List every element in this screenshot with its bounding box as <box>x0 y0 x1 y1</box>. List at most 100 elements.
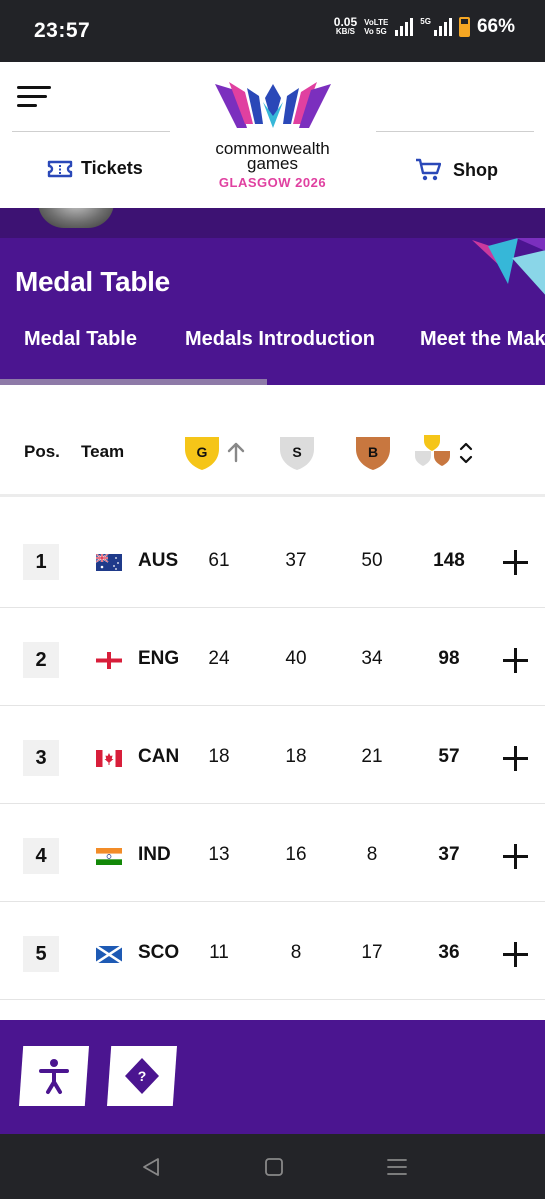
flag-england-icon <box>96 652 122 669</box>
medal-table-header: Pos. Team G S B <box>0 385 545 497</box>
hero-image-strip <box>0 208 545 238</box>
table-row[interactable]: 3 CAN 18 18 21 57 <box>0 706 545 804</box>
arrow-up-icon[interactable] <box>226 441 246 463</box>
row-bronze: 8 <box>366 844 378 865</box>
site-header: commonwealth games GLASGOW 2026 Tickets … <box>0 62 545 208</box>
network-speed: 0.05 KB/S <box>334 16 357 37</box>
home-icon[interactable] <box>263 1156 285 1178</box>
accessibility-icon <box>39 1059 69 1094</box>
bronze-label: B <box>368 444 378 460</box>
flag-australia-icon <box>96 554 122 571</box>
silver-medal-icon: S <box>280 437 314 470</box>
signal-icon-2 <box>433 18 452 36</box>
plus-icon[interactable] <box>503 746 528 771</box>
page-hero: Medal Table Medal Table Medals Introduct… <box>0 238 545 385</box>
tickets-label: Tickets <box>81 158 143 178</box>
row-team-code: AUS <box>138 550 179 571</box>
row-gold: 18 <box>208 746 230 767</box>
row-total: 98 <box>438 648 460 669</box>
header-gold[interactable]: G <box>183 433 221 476</box>
row-position: 4 <box>23 838 59 874</box>
row-bronze: 21 <box>361 746 383 767</box>
footer-bar: ? <box>0 1020 545 1134</box>
ticket-icon <box>47 160 73 177</box>
table-row[interactable]: 5 SCO 11 8 17 36 <box>0 902 545 1000</box>
row-position: 5 <box>23 936 59 972</box>
flag-canada-icon <box>96 750 122 767</box>
tab-meet-the-makers[interactable]: Meet the Mak <box>420 328 545 351</box>
header-divider-right <box>376 131 534 132</box>
flag-india-icon <box>96 848 122 865</box>
watch-image <box>38 208 114 228</box>
row-position: 3 <box>23 740 59 776</box>
row-bronze: 17 <box>361 942 383 963</box>
total-medals-icon <box>415 435 450 466</box>
network-type: 5G <box>420 16 431 26</box>
row-team-code: SCO <box>138 942 180 963</box>
row-total: 148 <box>433 550 465 571</box>
plus-icon[interactable] <box>503 648 528 673</box>
tab-medals-introduction[interactable]: Medals Introduction <box>185 328 375 351</box>
row-bronze: 34 <box>361 648 383 669</box>
decorative-graphic-icon <box>472 238 545 295</box>
row-gold: 11 <box>209 942 229 963</box>
plus-icon[interactable] <box>503 550 528 575</box>
status-time: 23:57 <box>34 19 91 42</box>
plus-icon[interactable] <box>503 942 528 967</box>
row-total: 36 <box>438 942 460 963</box>
header-total[interactable] <box>414 433 454 474</box>
row-position: 1 <box>23 544 59 580</box>
logo-text-glasgow: GLASGOW 2026 <box>218 175 327 190</box>
header-silver[interactable]: S <box>278 433 316 476</box>
row-team-code: IND <box>138 844 171 865</box>
row-position: 2 <box>23 642 59 678</box>
shop-link[interactable]: Shop <box>415 158 498 182</box>
silver-label: S <box>292 444 301 460</box>
volte-indicator: VoLTE Vo 5G <box>364 18 388 36</box>
flag-scotland-icon <box>96 946 122 963</box>
logo-text-games: games <box>246 154 299 173</box>
tab-medal-table[interactable]: Medal Table <box>24 328 137 351</box>
plus-icon[interactable] <box>503 844 528 869</box>
volte-line2: Vo 5G <box>364 27 387 36</box>
volte-line1: VoLTE <box>364 18 389 27</box>
battery-percent: 66% <box>476 16 515 37</box>
help-icon: ? <box>125 1058 159 1094</box>
row-gold: 24 <box>208 648 230 669</box>
tickets-link[interactable]: Tickets <box>47 158 143 179</box>
row-team-code: CAN <box>138 746 180 767</box>
system-nav-bar <box>0 1134 545 1199</box>
status-icons: 0.05 KB/S VoLTE Vo 5G 5G 66% <box>334 16 515 38</box>
status-bar: 23:57 0.05 KB/S VoLTE Vo 5G 5G 66% <box>0 0 545 62</box>
sort-updown-icon[interactable] <box>458 441 474 465</box>
commonwealth-games-logo[interactable]: commonwealth games GLASGOW 2026 <box>200 80 345 190</box>
hamburger-menu-icon[interactable] <box>17 86 51 108</box>
table-row[interactable]: 4 IND 13 16 8 37 <box>0 804 545 902</box>
row-team-code: ENG <box>138 648 180 669</box>
row-silver: 8 <box>290 942 302 963</box>
gold-medal-icon: G <box>185 437 219 470</box>
svg-text:?: ? <box>138 1068 147 1084</box>
accessibility-button[interactable] <box>19 1046 89 1106</box>
logo-mark-icon <box>214 82 331 128</box>
table-row[interactable]: 2 ENG 24 40 34 98 <box>0 608 545 706</box>
header-bronze[interactable]: B <box>354 433 392 476</box>
row-gold: 13 <box>208 844 230 865</box>
shopping-cart-icon <box>416 158 441 181</box>
row-total: 37 <box>438 844 460 865</box>
table-row[interactable]: 1 AUS 61 37 50 148 <box>0 510 545 608</box>
row-silver: 18 <box>285 746 307 767</box>
header-team: Team <box>81 442 125 461</box>
back-icon[interactable] <box>140 1156 162 1178</box>
network-speed-unit: KB/S <box>335 27 356 36</box>
header-pos: Pos. <box>24 442 60 461</box>
bronze-medal-icon: B <box>356 437 390 470</box>
row-bronze: 50 <box>361 550 383 571</box>
row-gold: 61 <box>208 550 230 571</box>
gold-label: G <box>197 444 208 460</box>
recents-icon[interactable] <box>386 1156 408 1178</box>
help-button[interactable]: ? <box>107 1046 177 1106</box>
row-total: 57 <box>438 746 460 767</box>
page-title: Medal Table <box>15 266 170 297</box>
row-silver: 40 <box>285 648 307 669</box>
